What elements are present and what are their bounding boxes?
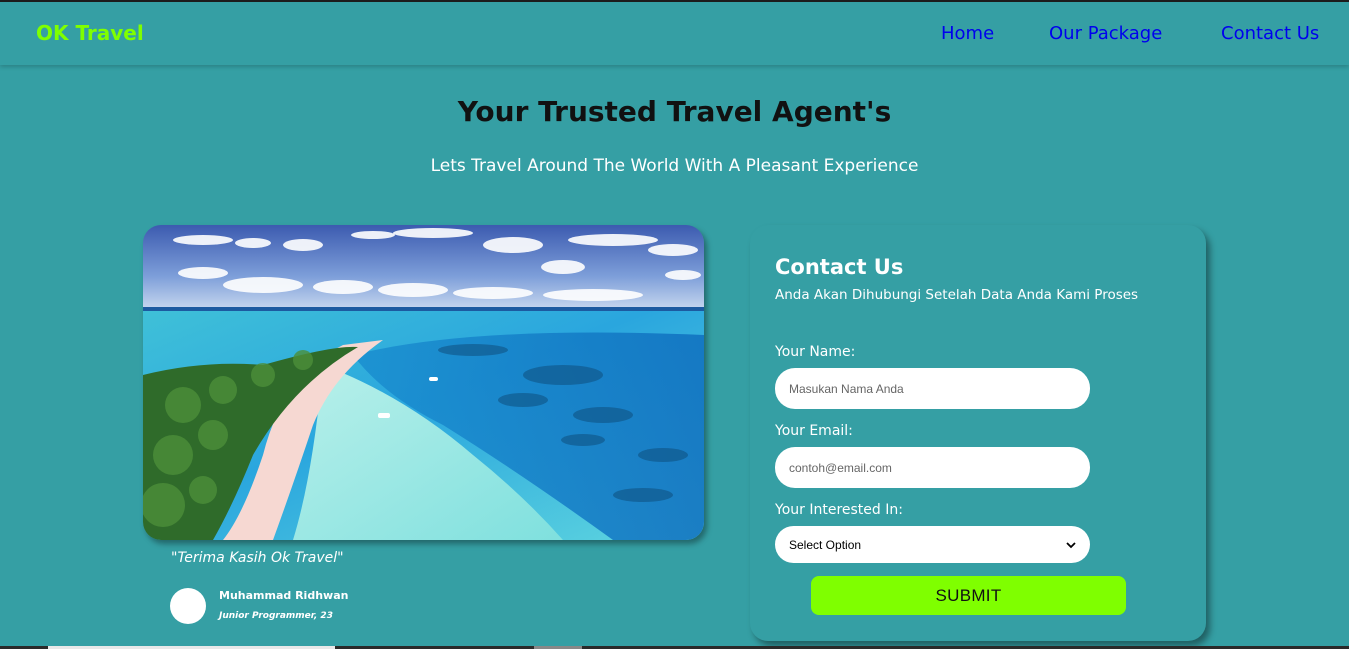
nav-our-package-link[interactable]: Our Package — [1049, 23, 1162, 44]
submit-button[interactable]: SUBMIT — [811, 576, 1126, 615]
nav-contact-us-link[interactable]: Contact Us — [1221, 23, 1319, 44]
navbar: OK Travel Home Our Package Contact Us — [0, 2, 1349, 65]
contact-title: Contact Us — [775, 255, 904, 279]
testimonial-role: Junior Programmer, 23 — [219, 611, 333, 621]
interest-select-value: Select Option — [789, 537, 862, 552]
email-label: Your Email: — [775, 423, 853, 439]
chevron-down-icon — [1066, 541, 1076, 548]
nav-home-link[interactable]: Home — [941, 23, 994, 44]
avatar — [170, 588, 206, 624]
name-field[interactable] — [775, 368, 1090, 409]
hero-title: Your Trusted Travel Agent's — [457, 95, 892, 128]
testimonial-quote: "Terima Kasih Ok Travel" — [171, 550, 344, 566]
interest-select[interactable]: Select Option — [775, 526, 1090, 563]
name-label: Your Name: — [775, 344, 856, 360]
hero-subtitle: Lets Travel Around The World With A Plea… — [430, 156, 919, 176]
contact-subtitle: Anda Akan Dihubungi Setelah Data Anda Ka… — [775, 287, 1139, 303]
brand-logo[interactable]: OK Travel — [36, 21, 144, 45]
tropical-island-photo — [143, 225, 704, 540]
interest-label: Your Interested In: — [775, 502, 903, 518]
testimonial-name: Muhammad Ridhwan — [219, 589, 349, 602]
email-field[interactable] — [775, 447, 1090, 488]
